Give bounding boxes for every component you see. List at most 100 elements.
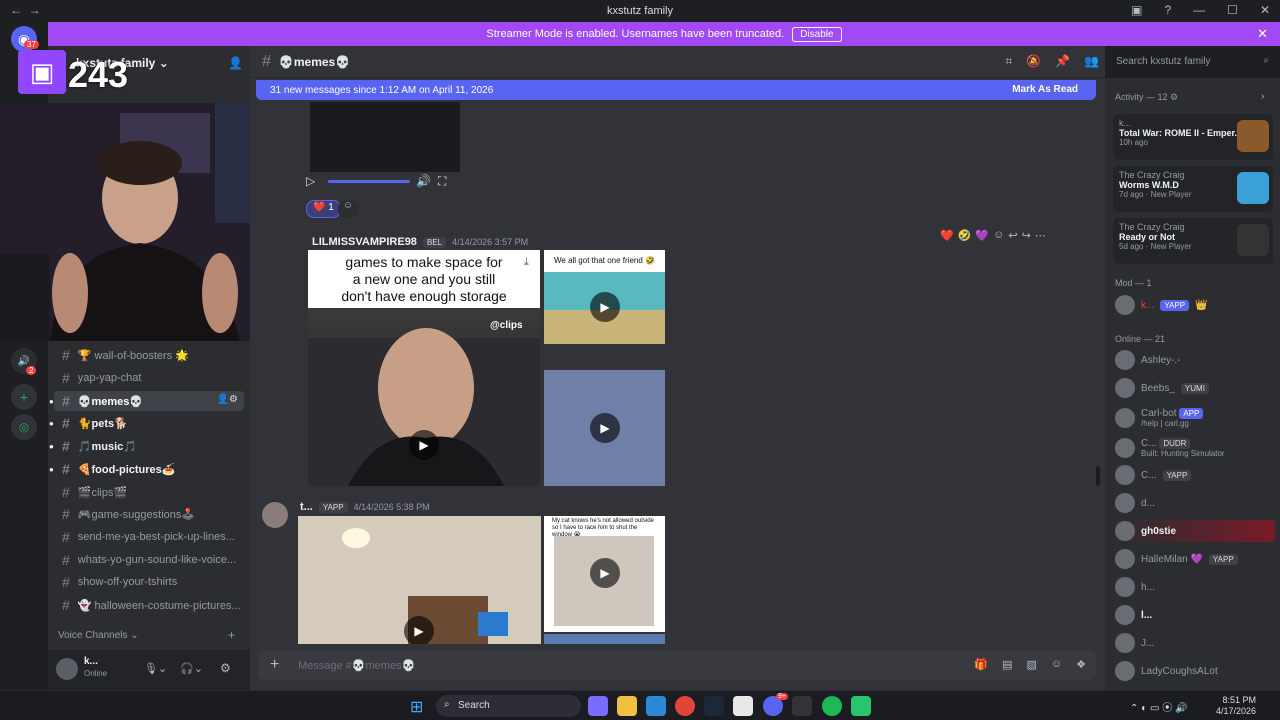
epic-games-icon[interactable] (792, 696, 812, 716)
member-item[interactable]: HalleMilan 💜 YAPP (1115, 548, 1275, 570)
close-button[interactable]: ✕ (1260, 3, 1270, 17)
play-icon[interactable]: ▶ (590, 413, 620, 443)
activity-card[interactable]: The Crazy Craig Ready or Not 5d ago · Ne… (1113, 218, 1273, 264)
settings-icon[interactable]: 👤⚙ (217, 394, 238, 405)
channel-clips[interactable]: # 🎬clips🎬 (54, 482, 244, 502)
channel-music[interactable]: ● # 🎵music🎵 (49, 436, 244, 456)
reaction-heart[interactable]: ❤️ 1 (306, 200, 341, 218)
add-server-icon[interactable]: + (11, 384, 37, 410)
gift-icon[interactable]: 🎁 (974, 658, 988, 671)
activity-card[interactable]: k... Total War: ROME II - Emper... 10h a… (1113, 114, 1273, 160)
inbox-icon[interactable]: ▣ (1131, 3, 1142, 17)
channel-game-suggestions[interactable]: # 🎮game-suggestions🕹️ (54, 504, 244, 524)
play-icon[interactable]: ▶ (590, 292, 620, 322)
store-icon[interactable] (733, 696, 753, 716)
message-author[interactable]: LILMISSVAMPIRE98 (312, 236, 417, 248)
fullscreen-icon[interactable]: ⛶ (438, 174, 446, 189)
app-icon[interactable] (851, 696, 871, 716)
channel-gun-sound[interactable]: # whats-yo-gun-sound-like-voice... (54, 550, 244, 570)
channel-pets[interactable]: ● # 🐈pets🐕 (49, 413, 244, 433)
avatar[interactable] (56, 658, 78, 680)
headphones-icon[interactable]: 🎧⌄ (180, 662, 203, 675)
activity-header[interactable]: Activity — 12 ⚙ (1115, 92, 1178, 103)
channel-memes[interactable]: ● # 💀memes💀 👤⚙ (49, 391, 244, 411)
member-item[interactable]: d... (1115, 492, 1275, 514)
chrome-icon[interactable] (675, 696, 695, 716)
mic-icon[interactable]: 🎙⌄ (144, 662, 167, 675)
video-attachment[interactable]: games to make space for a new one and yo… (308, 250, 540, 486)
add-member-icon[interactable]: 👤 (228, 56, 243, 70)
heart-reaction-icon[interactable]: ❤️ (940, 229, 954, 242)
channel-show-off-tshirts[interactable]: # show-off-your-tshirts (54, 572, 244, 592)
system-clock[interactable]: 8:51 PM 4/17/2026 (1216, 695, 1256, 717)
explore-icon[interactable]: ◎ (11, 414, 37, 440)
avatar[interactable] (262, 502, 288, 528)
gif-icon[interactable]: ▤ (1002, 658, 1012, 671)
laugh-reaction-icon[interactable]: 🤣 (958, 229, 972, 242)
apps-icon[interactable]: ❖ (1076, 658, 1086, 671)
new-messages-bar[interactable]: 31 new messages since 1:12 AM on April 1… (256, 80, 1096, 100)
member-item[interactable]: J... (1115, 632, 1275, 654)
play-icon[interactable]: ▶ (409, 430, 439, 460)
member-item[interactable]: gh0stie (1115, 520, 1275, 542)
steam-icon[interactable] (704, 696, 724, 716)
video-attachment-3[interactable]: ▶ (544, 370, 665, 486)
scrollbar[interactable] (1096, 466, 1100, 486)
play-icon[interactable]: ▶ (404, 616, 434, 644)
channel-yap-yap-chat[interactable]: # yap-yap-chat (54, 368, 244, 388)
tray-icons[interactable]: ⌃ ◐ ▭ ⦿ 🔊 (1130, 699, 1187, 714)
channel-halloween[interactable]: # 👻 halloween-costume-pictures... (54, 595, 244, 615)
user-settings-icon[interactable]: ⚙ (220, 661, 231, 675)
message-author[interactable]: t... (300, 501, 313, 513)
more-icon[interactable]: ⋯ (1035, 229, 1046, 242)
add-reaction-icon[interactable]: ☺ (993, 229, 1004, 241)
member-item[interactable]: LadyCoughsALot (1115, 660, 1275, 682)
voice-channels-header[interactable]: Voice Channels ⌄ (58, 630, 139, 641)
video-attachment-2[interactable]: We all got that one friend 🤣 ▶ (544, 250, 665, 344)
previous-media[interactable] (310, 102, 460, 172)
member-item[interactable]: Carl-bot APP/help | carl.gg (1115, 405, 1275, 431)
help-icon[interactable]: ? (1164, 3, 1171, 17)
chevron-right-icon[interactable]: › (1261, 91, 1264, 102)
pin-icon[interactable]: 📌 (1055, 54, 1070, 69)
forward-icon[interactable]: ↪ (1022, 229, 1031, 242)
windows-start-icon[interactable]: ⊞ (410, 697, 423, 717)
activity-card[interactable]: The Crazy Craig Worms W.M.D 7d ago · New… (1113, 166, 1273, 212)
spotify-icon[interactable] (822, 696, 842, 716)
play-icon[interactable]: ▷ (306, 174, 315, 188)
member-item[interactable]: h... (1115, 576, 1275, 598)
play-icon[interactable]: ▶ (590, 558, 620, 588)
member-item[interactable]: C... YAPP (1115, 464, 1275, 486)
back-arrow-icon[interactable]: ← → (10, 3, 41, 17)
emoji-icon[interactable]: ☺ (1051, 658, 1062, 671)
edge-icon[interactable] (646, 696, 666, 716)
attach-plus-icon[interactable]: + (270, 656, 279, 674)
message-input[interactable]: + Message #💀memes💀 🎁 ▤ ▧ ☺ ❖ (258, 650, 1096, 680)
channel-wall-of-boosters[interactable]: # 🏆 wall-of-boosters 🌟 (54, 345, 244, 365)
channel-pick-up-lines[interactable]: # send-me-ya-best-pick-up-lines... (54, 527, 244, 547)
video-attachment-6[interactable] (544, 634, 665, 644)
member-item[interactable]: C... DUDR Built: Hunting Simulator (1115, 435, 1275, 461)
add-reaction-icon[interactable]: ☺ (338, 200, 358, 218)
mark-as-read-button[interactable]: Mark As Read (1012, 84, 1078, 95)
purple-heart-reaction-icon[interactable]: 💜 (975, 229, 989, 242)
video-attachment-5[interactable]: My cat knows he's not allowed outside so… (544, 516, 665, 632)
threads-icon[interactable]: ⌗ (1005, 54, 1012, 69)
notifications-icon[interactable]: 🔕 (1026, 54, 1041, 69)
copilot-icon[interactable] (588, 696, 608, 716)
video-progress-bar[interactable] (328, 180, 410, 183)
close-icon[interactable]: ✕ (1257, 26, 1268, 42)
sticker-icon[interactable]: ▧ (1026, 658, 1036, 671)
volume-icon[interactable]: 🔊 (416, 174, 431, 188)
minimize-button[interactable]: — (1193, 3, 1205, 17)
member-list-icon[interactable]: 👥 (1084, 54, 1099, 69)
taskbar-search[interactable]: ⌕ Search (436, 695, 581, 717)
reply-icon[interactable]: ↩ (1008, 229, 1017, 242)
member-item[interactable]: l... (1115, 604, 1275, 626)
file-explorer-icon[interactable] (617, 696, 637, 716)
member-item[interactable]: Beebs_ YUMI (1115, 377, 1275, 399)
add-voice-channel-icon[interactable]: + (228, 628, 235, 642)
maximize-button[interactable]: ☐ (1227, 3, 1238, 17)
disable-button[interactable]: Disable (792, 26, 842, 42)
search-input[interactable]: Search kxstutz family ⌕ (1110, 52, 1275, 72)
